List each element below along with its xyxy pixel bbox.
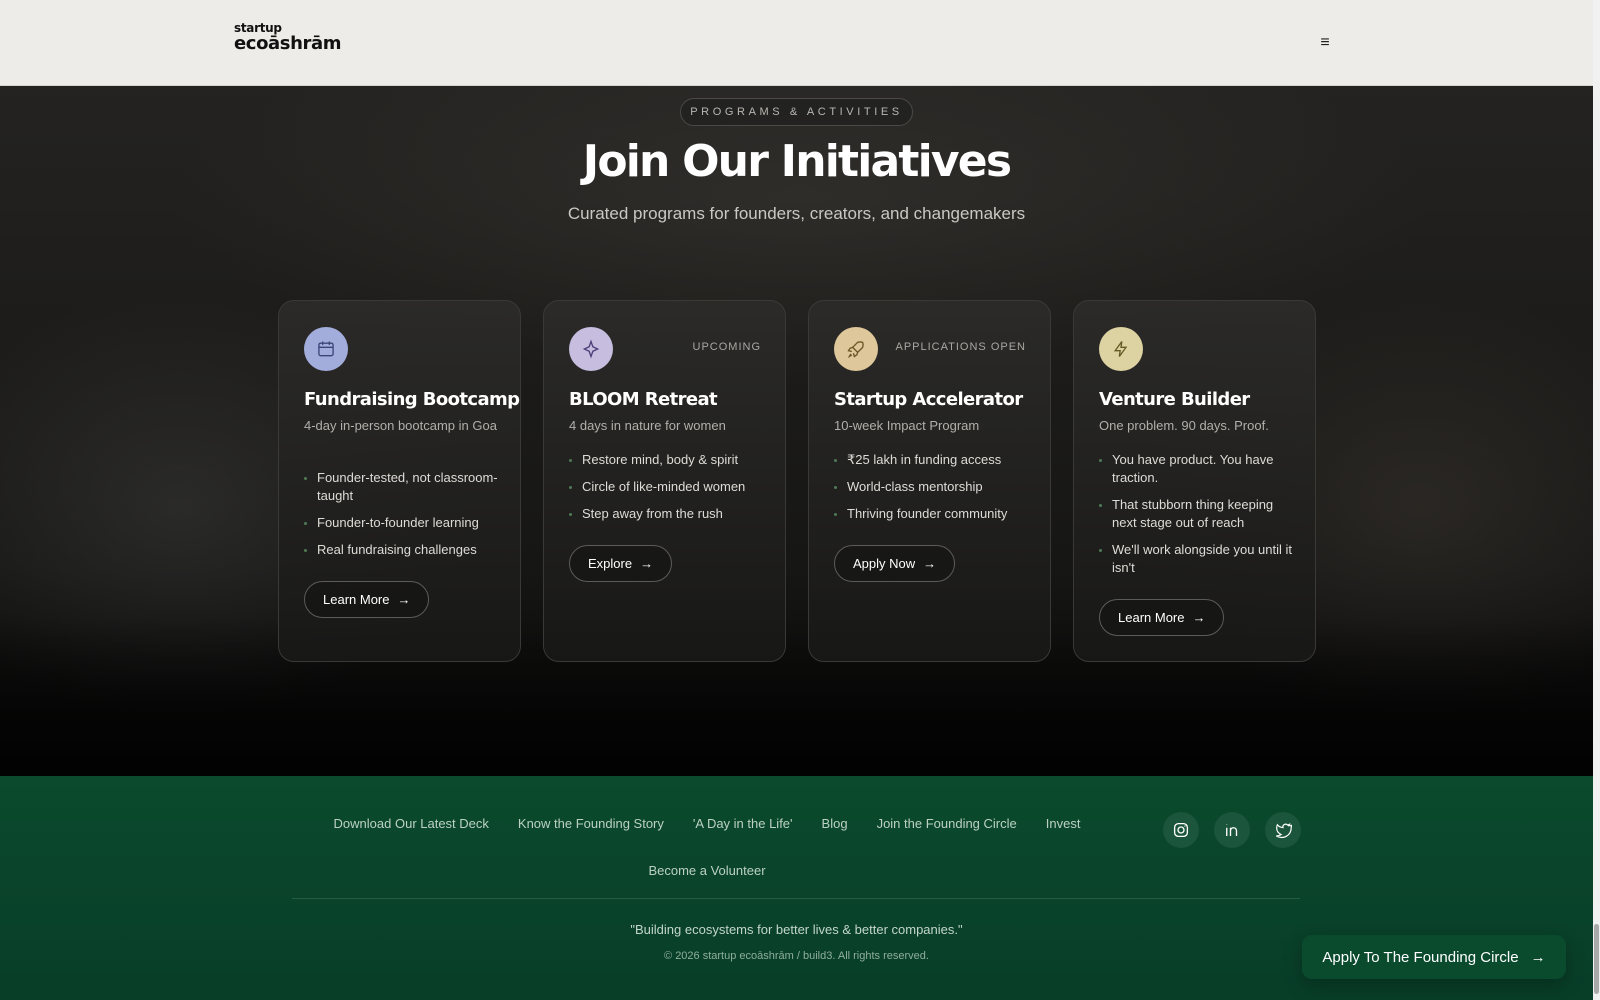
list-item: Circle of like-minded women xyxy=(569,478,769,496)
card-title: BLOOM Retreat xyxy=(569,389,718,410)
social-links xyxy=(1163,812,1301,848)
footer-link-founding-story[interactable]: Know the Founding Story xyxy=(518,814,664,834)
program-card-bloom-retreat: UPCOMING BLOOM Retreat 4 days in nature … xyxy=(543,300,786,662)
button-label: Explore xyxy=(588,556,633,571)
program-card-fundraising-bootcamp: Fundraising Bootcamp 4-day in-person boo… xyxy=(278,300,521,662)
list-item: ₹25 lakh in funding access xyxy=(834,451,1034,469)
apply-now-button[interactable]: Apply Now → xyxy=(834,545,956,582)
card-badge: APPLICATIONS OPEN xyxy=(895,341,1026,353)
list-item: That stubborn thing keeping next stage o… xyxy=(1099,496,1299,532)
arrow-right-icon: → xyxy=(923,556,937,571)
program-card-venture-builder: Venture Builder One problem. 90 days. Pr… xyxy=(1073,300,1316,662)
footer-links: Download Our Latest Deck Know the Foundi… xyxy=(292,814,1122,881)
footer-link-blog[interactable]: Blog xyxy=(822,814,848,834)
card-bullets: ₹25 lakh in funding access World-class m… xyxy=(834,451,1034,532)
arrow-right-icon: → xyxy=(640,556,654,571)
button-label: Learn More xyxy=(1118,610,1185,625)
card-title: Venture Builder xyxy=(1099,389,1250,410)
twitter-icon[interactable] xyxy=(1265,812,1301,848)
scrollbar-track[interactable] xyxy=(1593,0,1600,1000)
card-description: One problem. 90 days. Proof. xyxy=(1099,418,1269,433)
card-badge: UPCOMING xyxy=(692,341,761,353)
button-label: Apply To The Founding Circle xyxy=(1322,948,1519,966)
footer-divider xyxy=(292,898,1300,899)
card-title: Startup Accelerator xyxy=(834,389,1023,410)
card-description: 4 days in nature for women xyxy=(569,418,726,433)
list-item: Founder-tested, not classroom-taught xyxy=(304,469,504,505)
list-item: You have product. You have traction. xyxy=(1099,451,1299,487)
explore-button[interactable]: Explore → xyxy=(569,545,673,582)
apply-founding-circle-button[interactable]: Apply To The Founding Circle → xyxy=(1302,935,1566,979)
rocket-icon xyxy=(834,327,878,371)
logo-bottom-text: ecoāshrām xyxy=(234,33,342,54)
list-item: World-class mentorship xyxy=(834,478,1034,496)
calendar-icon xyxy=(304,327,348,371)
list-item: Restore mind, body & spirit xyxy=(569,451,769,469)
card-bullets: Restore mind, body & spirit Circle of li… xyxy=(569,451,769,532)
arrow-right-icon: → xyxy=(397,592,411,607)
learn-more-button[interactable]: Learn More → xyxy=(1099,599,1225,636)
section-eyebrow: PROGRAMS & ACTIVITIES xyxy=(680,98,913,126)
footer-link-day-in-life[interactable]: 'A Day in the Life' xyxy=(693,814,793,834)
card-bullets: Founder-tested, not classroom-taught Fou… xyxy=(304,469,504,568)
section-title: Join Our Initiatives xyxy=(582,136,1012,187)
hamburger-menu-icon[interactable]: ≡ xyxy=(1312,30,1338,56)
footer-link-invest[interactable]: Invest xyxy=(1046,814,1081,834)
site-header: startup ecoāshrām ≡ xyxy=(0,0,1593,86)
button-label: Learn More xyxy=(323,592,390,607)
programs-section: PROGRAMS & ACTIVITIES Join Our Initiativ… xyxy=(0,86,1593,776)
footer-link-founding-circle[interactable]: Join the Founding Circle xyxy=(877,814,1017,834)
scrollbar-thumb[interactable] xyxy=(1594,924,1599,994)
card-description: 10-week Impact Program xyxy=(834,418,980,433)
list-item: Founder-to-founder learning xyxy=(304,514,504,532)
list-item: Real fundraising challenges xyxy=(304,541,504,559)
learn-more-button[interactable]: Learn More → xyxy=(304,581,430,618)
instagram-icon[interactable] xyxy=(1163,812,1199,848)
arrow-right-icon: → xyxy=(1192,610,1206,625)
logo[interactable]: startup ecoāshrām xyxy=(234,22,342,54)
linkedin-icon[interactable] xyxy=(1214,812,1250,848)
program-card-startup-accelerator: APPLICATIONS OPEN Startup Accelerator 10… xyxy=(808,300,1051,662)
sparkle-icon xyxy=(569,327,613,371)
list-item: Step away from the rush xyxy=(569,505,769,523)
card-description: 4-day in-person bootcamp in Goa xyxy=(304,418,497,433)
footer-link-volunteer[interactable]: Become a Volunteer xyxy=(648,861,765,881)
button-label: Apply Now xyxy=(853,556,916,571)
list-item: We'll work alongside you until it isn't xyxy=(1099,541,1299,577)
lightning-icon xyxy=(1099,327,1143,371)
footer-link-deck[interactable]: Download Our Latest Deck xyxy=(334,814,489,834)
card-bullets: You have product. You have traction. Tha… xyxy=(1099,451,1299,586)
card-title: Fundraising Bootcamp xyxy=(304,389,520,410)
list-item: Thriving founder community xyxy=(834,505,1034,523)
arrow-right-icon: → xyxy=(1530,948,1546,966)
section-subtitle: Curated programs for founders, creators,… xyxy=(567,204,1026,223)
